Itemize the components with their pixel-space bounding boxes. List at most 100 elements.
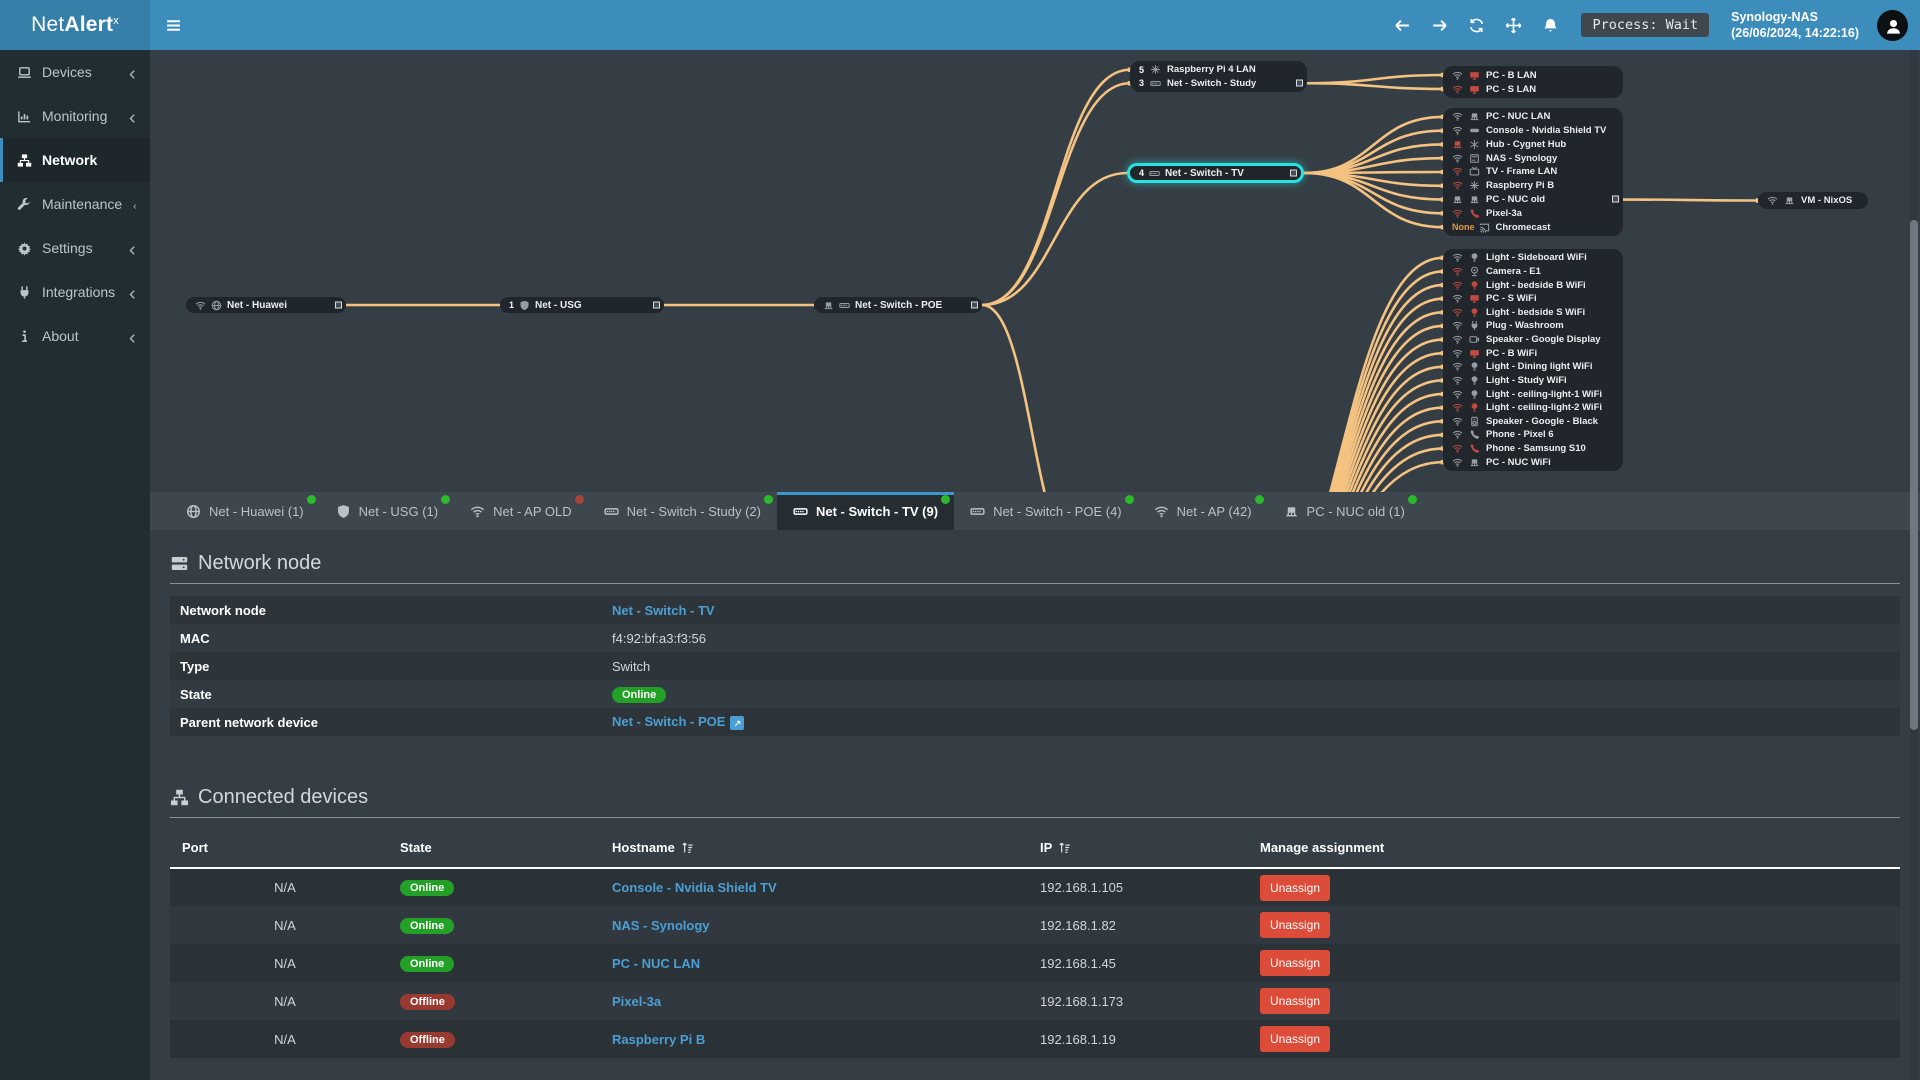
device-row[interactable]: PC - NUC WiFi (1443, 455, 1623, 469)
tab-net-ap-old[interactable]: Net - AP OLD (454, 492, 588, 530)
page-scrollbar[interactable] (1910, 50, 1918, 1080)
collapse-toggle[interactable] (1290, 169, 1297, 177)
unassign-button[interactable]: Unassign (1260, 988, 1331, 1014)
device-row[interactable]: PC - S WiFi (1443, 292, 1623, 306)
device-row[interactable]: Light - bedside B WiFi (1443, 278, 1623, 292)
collapse-toggle[interactable] (1296, 79, 1303, 87)
network-node-usg[interactable]: 1 Net - USG (500, 297, 664, 313)
section-divider (170, 817, 1900, 818)
device-row[interactable]: Light - Dining light WiFi (1443, 360, 1623, 374)
cell-port: N/A (274, 917, 296, 933)
sidebar-toggle-button[interactable] (150, 0, 196, 50)
wifi-icon (1452, 429, 1463, 440)
forward-icon[interactable] (1431, 17, 1448, 34)
device-label: Light - Sideboard WiFi (1486, 252, 1587, 264)
device-label: NAS - Synology (1486, 152, 1558, 164)
unassign-button[interactable]: Unassign (1260, 950, 1331, 976)
tab-net-switch-tv-9-[interactable]: Net - Switch - TV (9) (777, 492, 955, 530)
collapse-toggle[interactable] (335, 301, 342, 309)
device-row[interactable]: TV - Frame LAN (1443, 165, 1623, 179)
sidebar-item-settings[interactable]: Settings (0, 226, 150, 270)
tab-net-usg-1-[interactable]: Net - USG (1) (320, 492, 454, 530)
network-node-poe[interactable]: Net - Switch - POE (814, 297, 982, 313)
device-row[interactable]: None Chromecast (1443, 220, 1623, 234)
unassign-button[interactable]: Unassign (1260, 912, 1331, 938)
device-row[interactable]: Light - ceiling-light-1 WiFi (1443, 387, 1623, 401)
cell-state: Online (400, 944, 612, 982)
hostname-link[interactable]: Console - Nvidia Shield TV (612, 880, 777, 895)
device-row[interactable]: Hub - Cygnet Hub (1443, 138, 1623, 152)
refresh-icon[interactable] (1468, 17, 1485, 34)
tab-net-switch-study-2-[interactable]: Net - Switch - Study (2) (588, 492, 777, 530)
column-header-port: Port (170, 830, 400, 869)
app-logo[interactable]: Net Alert x (0, 0, 150, 50)
tab-pc-nuc-old-1-[interactable]: PC - NUC old (1) (1268, 492, 1421, 530)
device-row[interactable]: PC - S LAN (1443, 82, 1623, 96)
sidebar-item-maintenance[interactable]: Maintenance (0, 182, 150, 226)
tab-net-switch-poe-4-[interactable]: Net - Switch - POE (4) (954, 492, 1138, 530)
node-link[interactable]: Net - Switch - TV (612, 603, 715, 618)
sort-icon[interactable] (681, 841, 694, 854)
parent-node-link[interactable]: Net - Switch - POE (612, 714, 745, 731)
table-row: N/A Online Console - Nvidia Shield TV 192.1… (170, 868, 1900, 906)
column-header-hostname[interactable]: Hostname (612, 830, 1040, 869)
back-icon[interactable] (1394, 17, 1411, 34)
cast-icon (1479, 222, 1490, 233)
device-row[interactable]: Pixel-3a (1443, 206, 1623, 220)
device-row[interactable]: Light - ceiling-light-2 WiFi (1443, 401, 1623, 415)
device-row[interactable]: Speaker - Google Display (1443, 333, 1623, 347)
device-row[interactable]: Phone - Samsung S10 (1443, 442, 1623, 456)
hostname-link[interactable]: PC - NUC LAN (612, 956, 700, 971)
sidebar-item-devices[interactable]: Devices (0, 50, 150, 94)
device-row[interactable]: VM - NixOS (1758, 194, 1868, 207)
device-label: Speaker - Google - Black (1486, 415, 1598, 427)
device-row[interactable]: Light - Sideboard WiFi (1443, 251, 1623, 265)
device-row[interactable]: Speaker - Google - Black (1443, 415, 1623, 429)
topology-edge (980, 303, 1046, 492)
collapse-toggle[interactable] (653, 301, 660, 309)
display-icon (1469, 84, 1480, 95)
collapse-toggle[interactable] (1612, 195, 1619, 203)
device-row[interactable]: Console - Nvidia Shield TV (1443, 124, 1623, 138)
device-row[interactable]: Phone - Pixel 6 (1443, 428, 1623, 442)
device-row[interactable]: 3 Net - Switch - Study (1130, 77, 1307, 91)
move-icon[interactable] (1505, 17, 1522, 34)
device-row[interactable]: Light - bedside S WiFi (1443, 306, 1623, 320)
hostname-link[interactable]: NAS - Synology (612, 918, 710, 933)
device-label: Net - Huawei (227, 299, 288, 311)
device-row[interactable]: Light - Study WiFi (1443, 374, 1623, 388)
hostname-link[interactable]: Pixel-3a (612, 994, 661, 1009)
device-row[interactable]: NAS - Synology (1443, 151, 1623, 165)
tab-net-ap-42-[interactable]: Net - AP (42) (1138, 492, 1268, 530)
network-node-tv[interactable]: 4 Net - Switch - TV (1127, 163, 1304, 183)
device-row[interactable]: Raspberry Pi B (1443, 179, 1623, 193)
device-row[interactable]: PC - NUC LAN (1443, 110, 1623, 124)
external-link-icon[interactable] (730, 716, 745, 731)
device-row[interactable]: 5 Raspberry Pi 4 LAN (1130, 63, 1307, 77)
cell-port: N/A (274, 880, 296, 895)
avatar[interactable] (1877, 9, 1908, 41)
device-label: Phone - Pixel 6 (1486, 429, 1554, 441)
network-node-huawei[interactable]: Net - Huawei (186, 297, 346, 313)
connected-devices-section: Connected devices Port State Hostname IP Man… (170, 786, 1900, 1058)
unassign-button[interactable]: Unassign (1260, 874, 1331, 901)
sidebar-item-integrations[interactable]: Integrations (0, 270, 150, 314)
unassign-button[interactable]: Unassign (1260, 1026, 1331, 1052)
device-row[interactable]: PC - B LAN (1443, 68, 1623, 82)
sort-icon[interactable] (1058, 841, 1071, 854)
sidebar-item-monitoring[interactable]: Monitoring (0, 94, 150, 138)
user-info[interactable]: Synology-NAS (26/06/2024, 14:22:16) (1731, 9, 1859, 42)
tab-net-huawei-1-[interactable]: Net - Huawei (1) (170, 492, 320, 530)
bell-icon[interactable] (1542, 17, 1559, 34)
collapse-toggle[interactable] (971, 301, 978, 309)
device-row[interactable]: Plug - Washroom (1443, 319, 1623, 333)
wifi-icon (470, 504, 485, 519)
device-row[interactable]: PC - B WiFi (1443, 346, 1623, 360)
device-row[interactable]: PC - NUC old (1443, 193, 1623, 207)
scrollbar-thumb[interactable] (1910, 220, 1918, 730)
sidebar-item-about[interactable]: About (0, 314, 150, 358)
column-header-ip[interactable]: IP (1040, 830, 1260, 869)
hostname-link[interactable]: Raspberry Pi B (612, 1032, 705, 1047)
device-row[interactable]: Camera - E1 (1443, 265, 1623, 279)
sidebar-item-network[interactable]: Network (0, 138, 150, 182)
